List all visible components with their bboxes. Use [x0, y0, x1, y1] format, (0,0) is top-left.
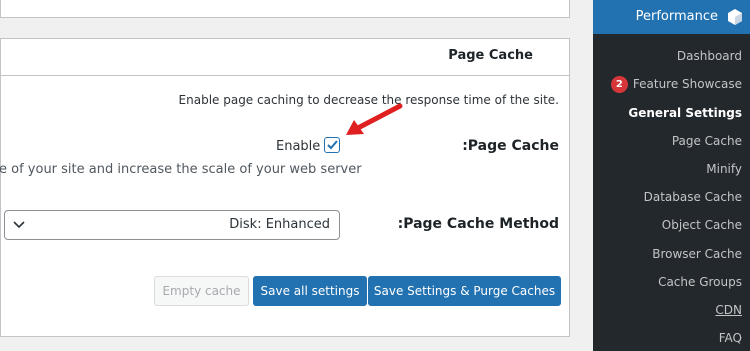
red-arrow-annotation-icon	[346, 103, 403, 135]
sidebar-item-general-settings[interactable]: General Settings	[628, 106, 742, 120]
top-panel-edge	[0, 0, 570, 18]
page-cache-panel: Page Cache .Enable page caching to decre…	[0, 38, 570, 337]
sidebar-item-minify[interactable]: Minify	[706, 162, 742, 176]
sidebar-item-faq[interactable]: FAQ	[719, 331, 742, 345]
page-cache-help-text: e of your site and increase the scale of…	[0, 162, 362, 177]
enable-page-cache-checkbox[interactable]	[324, 137, 340, 153]
performance-cube-icon	[728, 9, 742, 25]
panel-header: Page Cache	[1, 39, 569, 76]
sidebar-item-database-cache[interactable]: Database Cache	[644, 190, 742, 204]
sidebar-item-dashboard[interactable]: Dashboard	[677, 49, 742, 63]
chevron-down-icon	[13, 221, 25, 229]
sidebar-item-cdn[interactable]: CDN	[715, 303, 742, 317]
sidebar-item-object-cache[interactable]: Object Cache	[662, 218, 742, 232]
panel-title: Page Cache	[448, 48, 533, 63]
page-cache-method-label: :Page Cache Method	[397, 216, 559, 232]
page-cache-label: :Page Cache	[462, 138, 559, 154]
sidebar-item-page-cache[interactable]: Page Cache	[672, 134, 742, 148]
admin-sidebar: Performance Dashboard 2 Feature Showcase …	[593, 0, 750, 351]
sidebar-item-cache-groups[interactable]: Cache Groups	[658, 275, 742, 289]
checkmark-icon	[327, 140, 338, 150]
enable-label[interactable]: Enable	[276, 139, 320, 154]
page-cache-method-value: Disk: Enhanced	[229, 217, 330, 232]
sidebar-item-label: Feature Showcase	[632, 77, 742, 91]
feature-showcase-badge: 2	[610, 76, 628, 93]
sidebar-header-label: Performance	[635, 9, 718, 24]
empty-cache-button[interactable]: Empty cache	[154, 276, 249, 306]
save-purge-caches-button[interactable]: Save Settings & Purge Caches	[368, 276, 561, 306]
save-all-settings-button[interactable]: Save all settings	[253, 276, 367, 306]
sidebar-item-feature-showcase[interactable]: 2 Feature Showcase	[610, 76, 742, 93]
sidebar-header-performance[interactable]: Performance	[593, 0, 750, 34]
page-cache-method-select[interactable]: Disk: Enhanced	[4, 210, 340, 240]
sidebar-item-browser-cache[interactable]: Browser Cache	[652, 247, 742, 261]
